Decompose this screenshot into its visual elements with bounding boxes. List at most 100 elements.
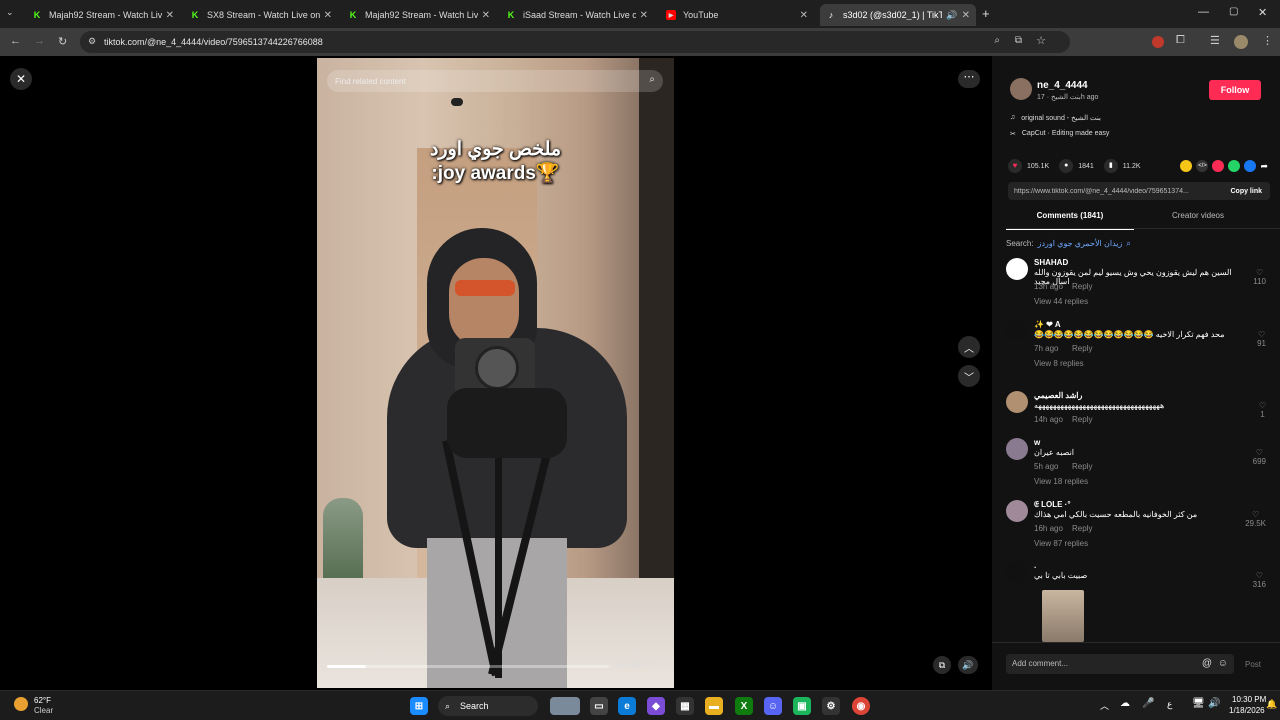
close-icon[interactable]: ✕ [962,10,970,21]
tab-6-active[interactable]: ♪ s3d02 (@s3d02_1) | TikTok 🔊 ✕ [820,4,976,26]
close-icon[interactable]: ✕ [166,10,174,21]
weather-icon[interactable] [14,697,28,711]
comment-like[interactable]: ♡ 29.5K [1245,510,1266,528]
volume-icon[interactable]: 🔊 [958,656,978,674]
task-view-icon[interactable]: ▭ [590,697,608,715]
address-bar[interactable]: ⚙ tiktok.com/@ne_4_4444/video/7596513744… [80,31,1070,53]
zoom-icon[interactable]: ⌕ [994,35,1000,46]
floating-player-icon[interactable]: ⧉ [933,656,951,674]
back-icon[interactable]: ← [10,35,21,47]
comment-like[interactable]: ♡ 91 [1257,330,1266,348]
clock-time[interactable]: 10:30 PM [1232,695,1266,704]
facebook-icon[interactable] [1244,160,1257,172]
reply-button[interactable]: Reply [1072,415,1092,424]
progress-track[interactable] [327,665,609,668]
next-video-button[interactable]: ﹀ [958,365,980,387]
site-info-icon[interactable]: ⚙ [88,36,96,47]
tab-search-button[interactable]: ⌄ [6,7,14,18]
minimize-button[interactable]: — [1198,6,1209,18]
commenter-avatar[interactable] [1006,391,1028,413]
close-icon[interactable]: ✕ [324,10,332,21]
commenter-avatar[interactable] [1006,500,1028,522]
tab-3[interactable]: K Majah92 Stream - Watch Live o ✕ [342,4,496,26]
close-icon[interactable]: ✕ [10,68,32,90]
view-replies-button[interactable]: View 87 replies [1034,539,1088,548]
maximize-button[interactable]: ▢ [1229,6,1238,17]
language-icon[interactable]: ع [1167,699,1172,710]
file-explorer-icon[interactable]: ▬ [705,697,723,715]
commenter-avatar[interactable] [1006,320,1028,342]
commenter-name[interactable]: SHAHAD [1034,258,1068,267]
mention-icon[interactable]: @ [1202,654,1212,674]
commenter-name[interactable]: ✨ ❤ A [1034,320,1061,329]
widgets-icon[interactable] [550,697,580,715]
profile-avatar[interactable] [1234,35,1248,49]
reply-button[interactable]: Reply [1072,462,1092,471]
commenter-name[interactable]: w [1034,438,1040,447]
author-username[interactable]: ne_4_4444 [1037,80,1088,91]
view-replies-button[interactable]: View 18 replies [1034,477,1088,486]
new-tab-button[interactable]: + [982,6,990,21]
heart-icon[interactable]: ♥ [1008,159,1022,173]
close-icon[interactable]: ✕ [800,10,808,21]
start-icon[interactable]: ⊞ [410,697,428,715]
comment-like[interactable]: ♡ 110 [1253,268,1266,286]
tab-1[interactable]: K Majah92 Stream - Watch Live o ✕ [26,4,180,26]
share-arrow-icon[interactable]: ➦ [1260,161,1268,172]
menu-icon[interactable]: ⋮ [1262,34,1273,47]
commenter-name[interactable]: راشد العصيمي [1034,391,1082,400]
tab-4[interactable]: K iSaad Stream - Watch Live on K ✕ [500,4,654,26]
extensions-icon[interactable]: ⧠ [1176,34,1185,47]
edge-icon[interactable]: e [618,697,636,715]
follow-button[interactable]: Follow [1209,80,1261,100]
commenter-avatar[interactable] [1006,438,1028,460]
notification-icon[interactable]: 🔔 [1266,699,1277,710]
whatsapp-icon[interactable] [1228,160,1241,172]
clock-date[interactable]: 1/18/2026 [1229,706,1265,715]
sidebar-icon[interactable]: ☰ [1210,34,1220,47]
tab-5[interactable]: ▶ YouTube ✕ [660,4,814,26]
tab-creator-videos[interactable]: Creator videos [1134,211,1262,220]
embed-icon[interactable]: </> [1196,160,1209,172]
view-replies-button[interactable]: View 44 replies [1034,297,1088,306]
more-options-button[interactable]: ⋯ [958,70,980,88]
comment-like[interactable]: ♡ 316 [1253,571,1266,589]
commenter-avatar[interactable] [1006,561,1028,583]
comment-image-thumbnail[interactable] [1042,590,1084,642]
reply-button[interactable]: Reply [1072,344,1092,353]
reply-button[interactable]: Reply [1072,282,1092,291]
find-related-search[interactable]: Find related content ⌕ [327,70,663,92]
capcut-row[interactable]: ✂ CapCut · Editing made easy [1010,130,1109,138]
comment-like[interactable]: ♡ 699 [1253,448,1266,466]
post-button[interactable]: Post [1245,660,1261,669]
comment-input[interactable]: Add comment... @ ☺ [1006,654,1234,674]
tab-2[interactable]: K SX8 Stream - Watch Live on Ki ✕ [184,4,338,26]
commenter-avatar[interactable] [1006,258,1028,280]
close-icon[interactable]: ✕ [640,10,648,21]
sound-row[interactable]: ♫ original sound - بنت الشيخ [1010,114,1101,122]
copilot-icon[interactable]: ◆ [647,697,665,715]
settings-app-icon[interactable]: ⚙ [822,697,840,715]
previous-video-button[interactable]: ︿ [958,336,980,358]
network-icon[interactable]: 🖥 [1192,698,1205,709]
install-icon[interactable]: ⧉ [1015,35,1022,46]
comment-icon[interactable]: ● [1059,159,1074,173]
search-icon[interactable]: ⌕ [649,74,655,85]
forward-icon[interactable]: → [34,35,45,47]
bookmark-star-icon[interactable]: ☆ [1036,34,1046,47]
tray-chevron-icon[interactable]: ︿ [1100,699,1109,712]
send-icon[interactable] [1212,160,1225,172]
emoji-share-icon[interactable] [1180,160,1193,172]
speaker-icon[interactable]: 🔊 [946,10,957,21]
close-window-button[interactable]: ✕ [1258,6,1267,19]
store-icon[interactable]: ▦ [676,697,694,715]
search-suggestion[interactable]: Search: زيدان الأحمري جوي اوردز ⌕ [1006,239,1131,249]
mic-icon[interactable]: 🎤 [1142,698,1154,709]
comment-like[interactable]: ♡ 1 [1259,401,1266,419]
xbox-icon[interactable]: X [735,697,753,715]
copy-link-button[interactable]: Copy link [1222,188,1270,195]
onedrive-icon[interactable]: ☁ [1120,698,1130,709]
close-icon[interactable]: ✕ [482,10,490,21]
reload-icon[interactable]: ↻ [58,35,67,48]
video-player[interactable]: Find related content ⌕ ملخص جوي اورد :jo… [317,58,674,688]
